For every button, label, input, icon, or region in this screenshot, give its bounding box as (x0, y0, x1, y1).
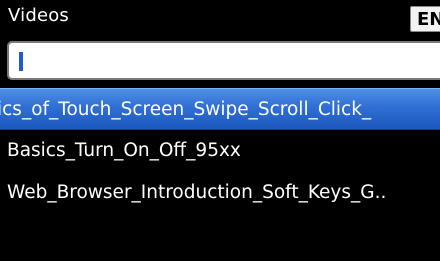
list-item-label: ics_of_Touch_Screen_Swipe_Scroll_Click_ (0, 99, 372, 120)
list-item-label: Basics_Turn_On_Off_95xx (7, 140, 241, 161)
text-cursor (19, 52, 23, 71)
page-title: Videos (8, 5, 70, 26)
list-item-video-1[interactable]: ics_of_Touch_Screen_Swipe_Scroll_Click_ (0, 88, 440, 130)
input-language-indicator[interactable]: EN (410, 6, 440, 32)
list-item-label: Web_Browser_Introduction_Soft_Keys_G.. (7, 182, 387, 203)
video-list: ics_of_Touch_Screen_Swipe_Scroll_Click_ … (0, 88, 440, 214)
search-field[interactable] (7, 41, 440, 80)
search-input[interactable] (9, 43, 440, 78)
list-item-video-3[interactable]: Web_Browser_Introduction_Soft_Keys_G.. (0, 172, 440, 214)
videos-screen: Videos EN ics_of_Touch_Screen_Swipe_Scro… (0, 0, 440, 261)
list-item-video-2[interactable]: Basics_Turn_On_Off_95xx (0, 130, 440, 172)
